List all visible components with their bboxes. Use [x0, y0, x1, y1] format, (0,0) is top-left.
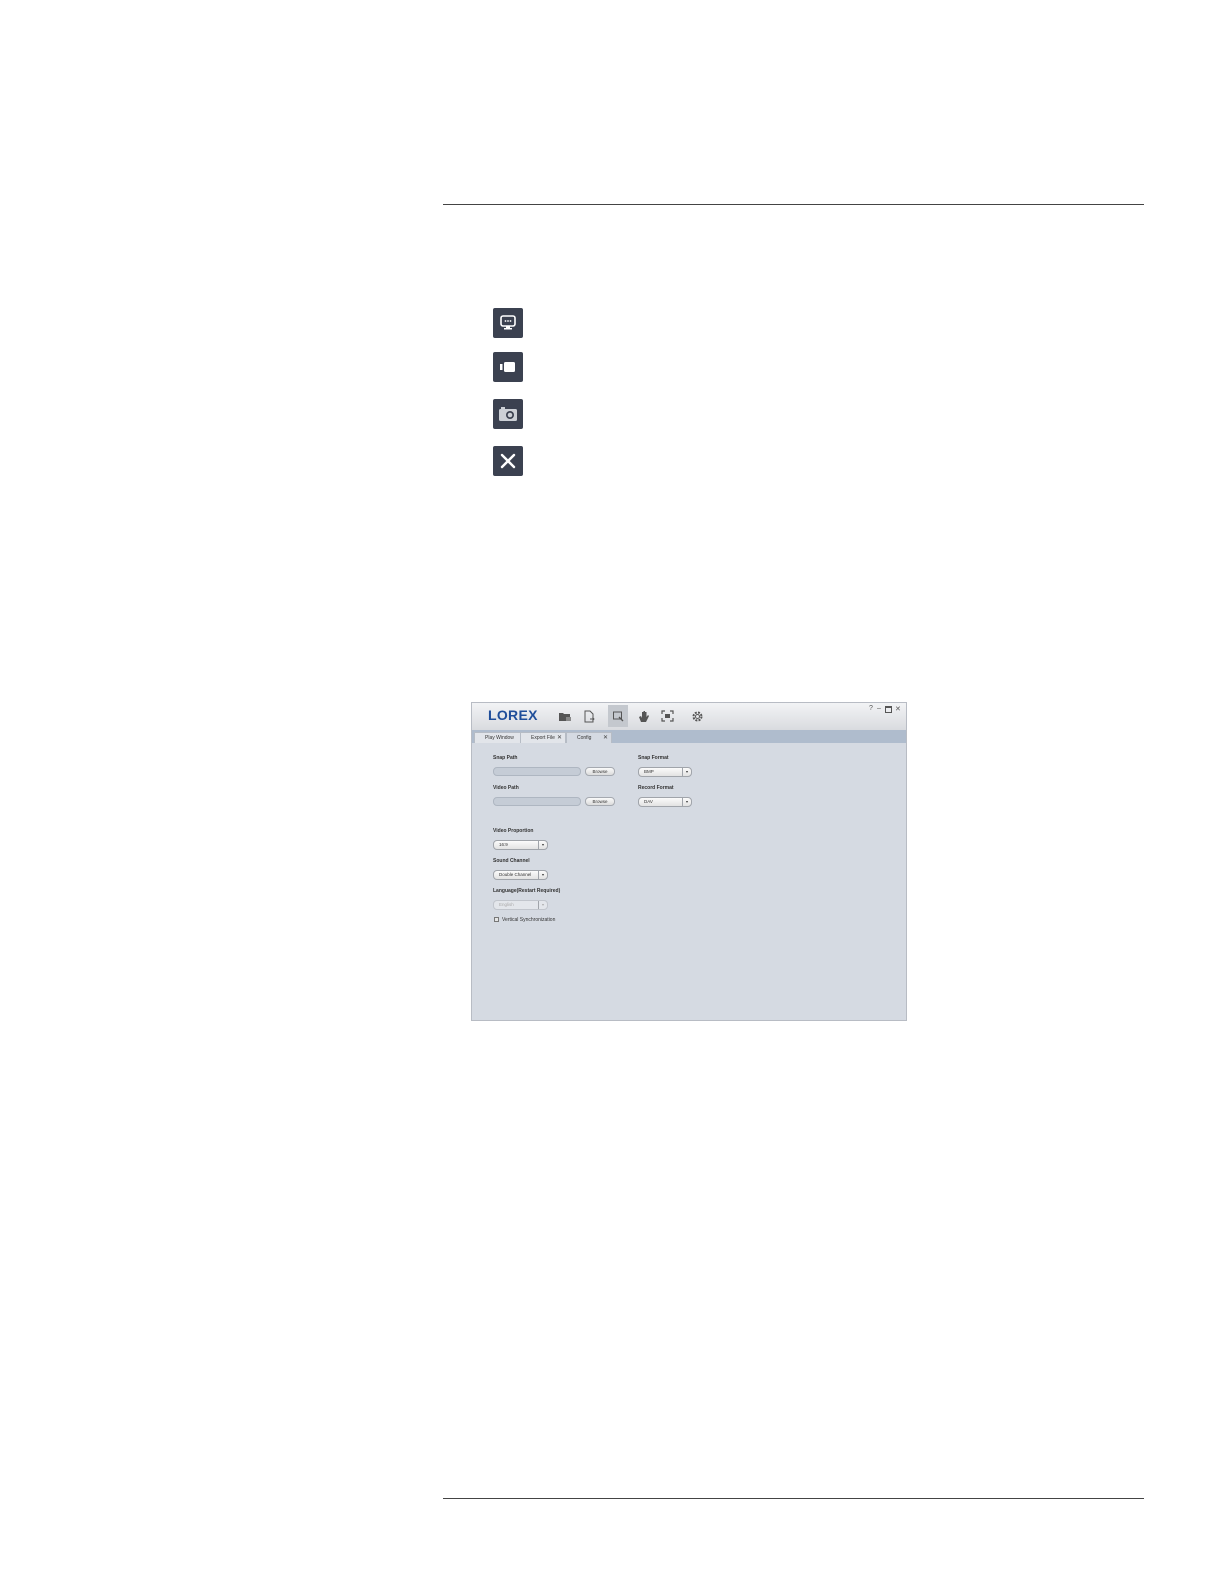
tab-close-icon[interactable]: ✕	[603, 733, 608, 744]
language-label: Language(Restart Required)	[493, 888, 561, 894]
help-icon[interactable]: ?	[869, 705, 873, 712]
language-value: English	[499, 902, 514, 907]
language-select[interactable]: English ▾	[493, 900, 548, 910]
tab-label: Play Window	[485, 735, 514, 741]
video-proportion-select[interactable]: 16:9 ▾	[493, 840, 548, 850]
sound-channel-value: Double Channel	[499, 872, 532, 877]
client-window: LOREX ? – ✕ Play Window Export File ✕ Co…	[471, 702, 907, 1021]
app-toolbar: LOREX ? – ✕	[472, 703, 906, 731]
chevron-down-icon: ▾	[682, 768, 691, 776]
fullscreen-icon[interactable]	[658, 708, 676, 724]
tab-config[interactable]: Config ✕	[566, 732, 612, 743]
snap-path-browse-button[interactable]: Browse	[585, 767, 615, 776]
record-format-label: Record Format	[638, 785, 674, 791]
minimize-icon[interactable]: –	[877, 705, 881, 712]
chevron-down-icon: ▾	[538, 841, 547, 849]
tab-label: Export File	[531, 735, 555, 741]
video-proportion-label: Video Proportion	[493, 828, 534, 834]
sound-channel-label: Sound Channel	[493, 858, 530, 864]
video-proportion-value: 16:9	[499, 842, 508, 847]
sound-channel-select[interactable]: Double Channel ▾	[493, 870, 548, 880]
chevron-down-icon: ▾	[538, 901, 547, 909]
hand-icon[interactable]	[635, 708, 653, 724]
export-file-icon[interactable]	[580, 708, 598, 724]
config-icon[interactable]	[608, 705, 628, 727]
vsync-label: Vertical Synchronization	[502, 917, 556, 923]
tab-bar: Play Window Export File ✕ Config ✕	[472, 730, 906, 743]
video-path-browse-button[interactable]: Browse	[585, 797, 615, 806]
tab-export-file[interactable]: Export File ✕	[520, 732, 566, 743]
chevron-down-icon: ▾	[538, 871, 547, 879]
snap-path-label: Snap Path	[493, 755, 518, 761]
record-format-select[interactable]: DAV ▾	[638, 797, 692, 807]
footer-rule	[443, 1498, 1144, 1499]
header-rule	[443, 204, 1144, 205]
snap-format-select[interactable]: BMP ▾	[638, 767, 692, 777]
chevron-down-icon: ▾	[682, 798, 691, 806]
window-close-icon[interactable]: ✕	[895, 705, 901, 713]
close-icon	[493, 446, 523, 476]
video-path-field[interactable]	[493, 797, 581, 806]
monitor-chat-icon	[493, 308, 523, 338]
maximize-icon[interactable]	[885, 706, 892, 713]
record-format-value: DAV	[644, 799, 653, 804]
snapshot-camera-icon	[493, 399, 523, 429]
settings-gear-icon[interactable]	[688, 708, 706, 724]
lorex-logo: LOREX	[488, 707, 538, 723]
folder-icon[interactable]	[556, 708, 574, 724]
vsync-checkbox[interactable]	[494, 917, 499, 922]
snap-format-value: BMP	[644, 769, 654, 774]
snap-format-label: Snap Format	[638, 755, 669, 761]
tab-close-icon[interactable]: ✕	[557, 733, 562, 744]
video-camera-icon	[493, 352, 523, 382]
tab-play-window[interactable]: Play Window	[474, 732, 522, 743]
snap-path-field[interactable]	[493, 767, 581, 776]
video-path-label: Video Path	[493, 785, 519, 791]
tab-label: Config	[577, 735, 592, 741]
